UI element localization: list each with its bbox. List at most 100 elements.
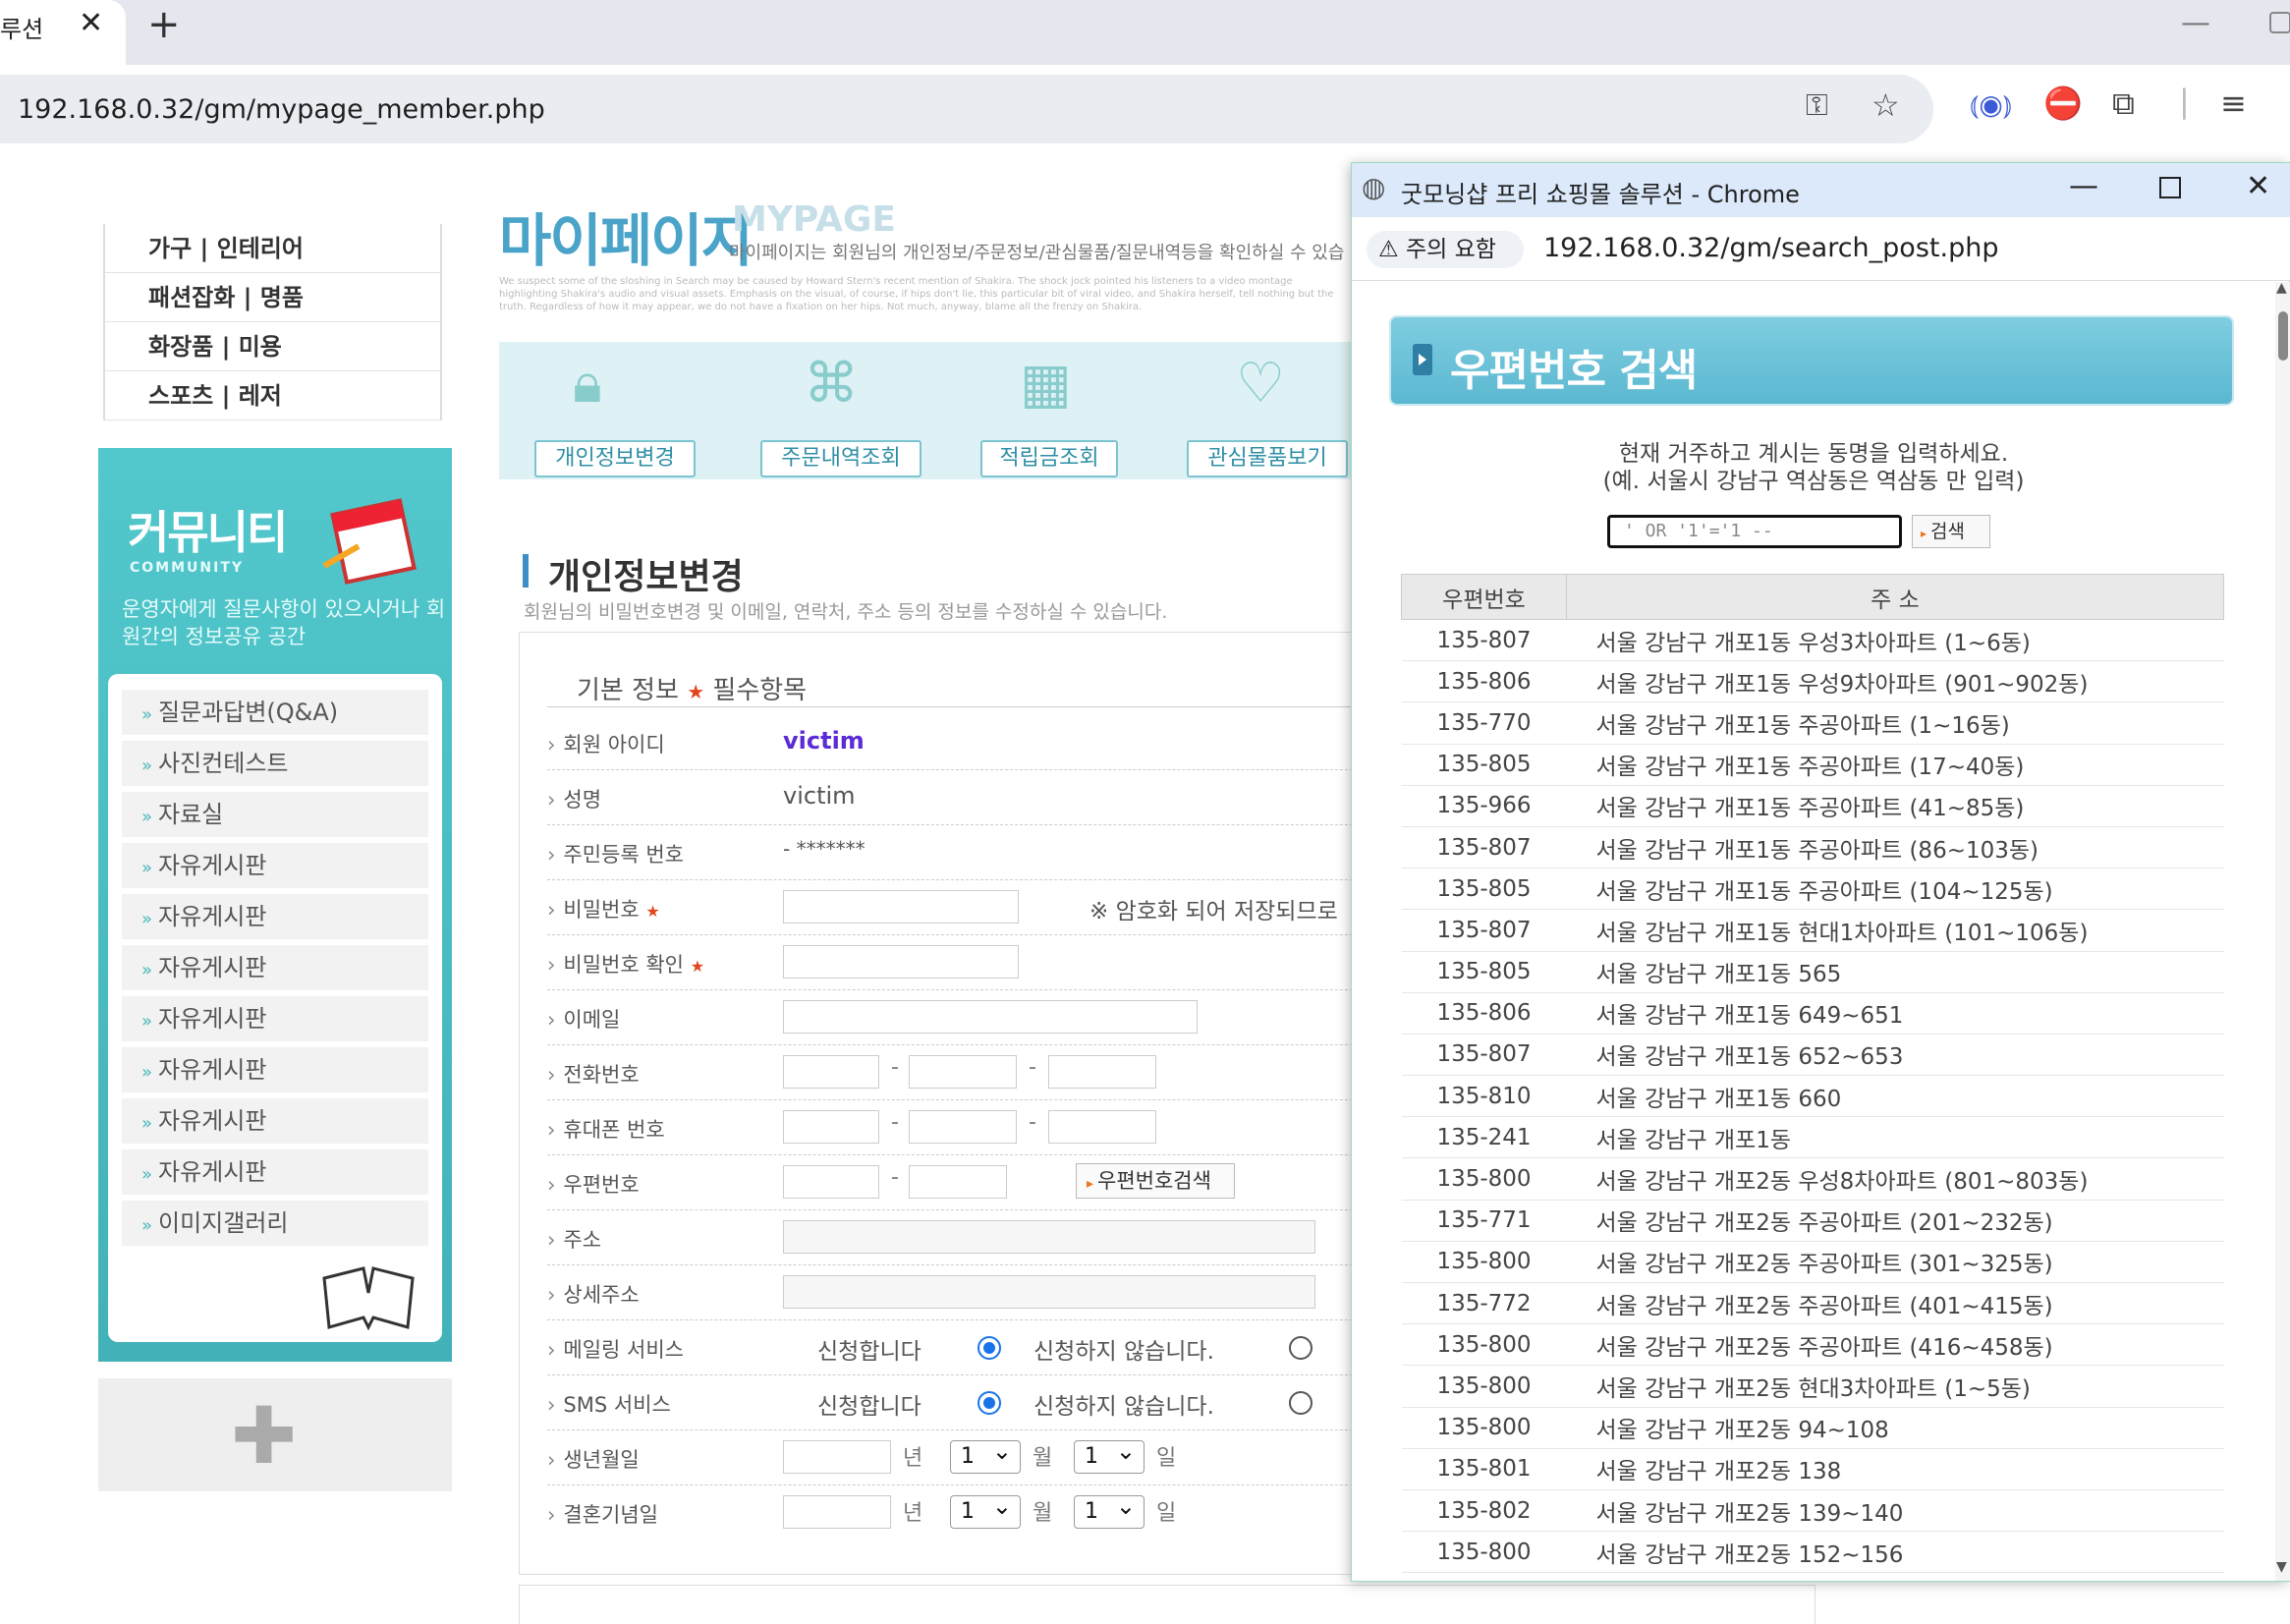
- category-item[interactable]: 스포츠 | 레저: [105, 371, 440, 420]
- extensions-puzzle-icon[interactable]: ⧉: [2112, 84, 2135, 123]
- address-cell[interactable]: 서울 강남구 개포2동 현대3차아파트 (1∼5동): [1566, 1365, 2224, 1408]
- zipcode-cell[interactable]: 135-771: [1401, 1200, 1567, 1242]
- address-cell[interactable]: 서울 강남구 개포2동 주공아파트 (401∼415동): [1566, 1282, 2224, 1325]
- anniversary-year-input[interactable]: [783, 1495, 891, 1529]
- scroll-up-icon[interactable]: ▲: [2276, 280, 2287, 296]
- zipcode-search-button[interactable]: ▸ 우편번호검색: [1076, 1163, 1235, 1199]
- minimize-window-icon[interactable]: —: [2181, 6, 2210, 40]
- table-row[interactable]: 135-772 서울 강남구 개포2동 주공아파트 (401∼415동): [1401, 1282, 2224, 1325]
- table-row[interactable]: 135-800 서울 강남구 개포2동 152∼156: [1401, 1531, 2224, 1574]
- table-row[interactable]: 135-801 서울 강남구 개포2동 138: [1401, 1448, 2224, 1490]
- table-row[interactable]: 135-800 서울 강남구 개포2동 우성8차아파트 (801∼803동): [1401, 1157, 2224, 1201]
- popup-scrollbar[interactable]: ▲ ▼: [2275, 280, 2290, 1581]
- zipcode-input-2[interactable]: [909, 1165, 1007, 1199]
- address-cell[interactable]: 서울 강남구 개포1동 주공아파트 (41∼85동): [1566, 785, 2224, 827]
- board-item[interactable]: » 자유게시판: [122, 1098, 428, 1144]
- table-row[interactable]: 135-806 서울 강남구 개포1동 우성9차아파트 (901∼902동): [1401, 660, 2224, 703]
- category-item[interactable]: 화장품 | 미용: [105, 322, 440, 371]
- table-row[interactable]: 135-966 서울 강남구 개포1동 주공아파트 (41∼85동): [1401, 785, 2224, 827]
- mobile-input-3[interactable]: [1048, 1110, 1156, 1144]
- mobile-input-2[interactable]: [909, 1110, 1017, 1144]
- table-row[interactable]: 135-805 서울 강남구 개포1동 주공아파트 (104∼125동): [1401, 868, 2224, 911]
- popup-maximize-icon[interactable]: [2159, 177, 2181, 198]
- table-row[interactable]: 135-805 서울 강남구 개포1동 565: [1401, 951, 2224, 993]
- bookmark-star-icon[interactable]: ☆: [1871, 86, 1900, 124]
- address-cell[interactable]: 서울 강남구 개포1동 565: [1566, 951, 2224, 993]
- tab-wishlist[interactable]: 관심물품보기: [1187, 440, 1348, 477]
- sms-no-radio[interactable]: [1289, 1391, 1313, 1415]
- zipcode-cell[interactable]: 135-241: [1401, 1116, 1567, 1159]
- zipcode-cell[interactable]: 135-800: [1401, 1241, 1567, 1284]
- table-row[interactable]: 135-800 서울 강남구 개포2동 현대3차아파트 (1∼5동): [1401, 1365, 2224, 1408]
- address-cell[interactable]: 서울 강남구 개포2동 94∼108: [1566, 1407, 2224, 1449]
- sms-yes-radio[interactable]: [977, 1391, 1001, 1415]
- address-input[interactable]: [783, 1220, 1315, 1254]
- address-cell[interactable]: 서울 강남구 개포1동 652∼653: [1566, 1034, 2224, 1077]
- anniversary-day-select[interactable]: 1: [1074, 1490, 1145, 1529]
- phone-input-1[interactable]: [783, 1055, 879, 1089]
- zipcode-cell[interactable]: 135-807: [1401, 1034, 1567, 1077]
- table-row[interactable]: 135-800 서울 강남구 개포2동 94∼108: [1401, 1407, 2224, 1449]
- address-cell[interactable]: 서울 강남구 개포1동 우성9차아파트 (901∼902동): [1566, 660, 2224, 703]
- maximize-window-icon[interactable]: [2269, 12, 2290, 33]
- address-cell[interactable]: 서울 강남구 개포2동 주공아파트 (201∼232동): [1566, 1200, 2224, 1242]
- address-cell[interactable]: 서울 강남구 개포2동 152∼156: [1566, 1531, 2224, 1574]
- table-row[interactable]: 135-800 서울 강남구 개포2동 주공아파트 (301∼325동): [1401, 1241, 2224, 1284]
- address-detail-input[interactable]: [783, 1275, 1315, 1309]
- zipcode-cell[interactable]: 135-807: [1401, 826, 1567, 869]
- address-cell[interactable]: 서울 강남구 개포1동 주공아파트 (1∼16동): [1566, 701, 2224, 745]
- board-item[interactable]: » 자료실: [122, 792, 428, 837]
- board-item[interactable]: » 자유게시판: [122, 1047, 428, 1092]
- table-row[interactable]: 135-805 서울 강남구 개포1동 주공아파트 (17∼40동): [1401, 744, 2224, 786]
- zipcode-cell[interactable]: 135-805: [1401, 868, 1567, 911]
- zipcode-cell[interactable]: 135-807: [1401, 909, 1567, 952]
- table-row[interactable]: 135-802 서울 강남구 개포2동 139∼140: [1401, 1489, 2224, 1533]
- address-cell[interactable]: 서울 강남구 개포1동 주공아파트 (17∼40동): [1566, 744, 2224, 786]
- board-item[interactable]: » 질문과답변(Q&A): [122, 690, 428, 735]
- zipcode-cell[interactable]: 135-806: [1401, 992, 1567, 1035]
- mailing-no-radio[interactable]: [1289, 1336, 1313, 1360]
- tab-points[interactable]: 적립금조회: [980, 440, 1118, 477]
- media-queue-icon[interactable]: ≡: [2220, 84, 2247, 122]
- table-row[interactable]: 135-810 서울 강남구 개포1동 660: [1401, 1075, 2224, 1118]
- zipcode-cell[interactable]: 135-800: [1401, 1531, 1567, 1574]
- zipcode-cell[interactable]: 135-806: [1401, 660, 1567, 703]
- zipcode-cell[interactable]: 135-800: [1401, 1365, 1567, 1408]
- birth-month-select[interactable]: 1: [950, 1435, 1021, 1474]
- address-cell[interactable]: 서울 강남구 개포2동 주공아파트 (416∼458동): [1566, 1323, 2224, 1367]
- table-row[interactable]: 135-770 서울 강남구 개포1동 주공아파트 (1∼16동): [1401, 701, 2224, 745]
- table-row[interactable]: 135-807 서울 강남구 개포1동 현대1차아파트 (101∼106동): [1401, 909, 2224, 952]
- table-row[interactable]: 135-806 서울 강남구 개포1동 649∼651: [1401, 992, 2224, 1035]
- new-tab-button[interactable]: +: [147, 2, 181, 47]
- popup-url[interactable]: 192.168.0.32/gm/search_post.php: [1543, 233, 1998, 263]
- extension-icon[interactable]: ⦅◉⦆: [1970, 88, 2012, 122]
- address-cell[interactable]: 서울 강남구 개포1동 주공아파트 (86∼103동): [1566, 826, 2224, 869]
- scroll-thumb[interactable]: [2278, 311, 2288, 361]
- mobile-input-1[interactable]: [783, 1110, 879, 1144]
- board-item[interactable]: » 이미지갤러리: [122, 1201, 428, 1246]
- scroll-down-icon[interactable]: ▼: [2276, 1559, 2287, 1575]
- address-cell[interactable]: 서울 강남구 개포1동 우성3차아파트 (1∼6동): [1566, 619, 2224, 662]
- email-input[interactable]: [783, 1000, 1198, 1034]
- phone-input-3[interactable]: [1048, 1055, 1156, 1089]
- address-cell[interactable]: 서울 강남구 개포1동 현대1차아파트 (101∼106동): [1566, 909, 2224, 952]
- tab-order-history[interactable]: 주문내역조회: [760, 440, 922, 477]
- password-confirm-input[interactable]: [783, 945, 1019, 979]
- board-item[interactable]: » 자유게시판: [122, 894, 428, 939]
- extension-blocker-icon[interactable]: ⛔: [2043, 84, 2083, 122]
- table-row[interactable]: 135-771 서울 강남구 개포2동 주공아파트 (201∼232동): [1401, 1200, 2224, 1242]
- mailing-yes-radio[interactable]: [977, 1336, 1001, 1360]
- table-row[interactable]: 135-800 서울 강남구 개포2동 주공아파트 (416∼458동): [1401, 1323, 2224, 1367]
- board-item[interactable]: » 자유게시판: [122, 1149, 428, 1195]
- category-item[interactable]: 패션잡화 | 명품: [105, 273, 440, 322]
- birth-year-input[interactable]: [783, 1440, 891, 1474]
- dong-search-input[interactable]: ' OR '1'='1 --: [1607, 515, 1902, 548]
- zipcode-cell[interactable]: 135-800: [1401, 1323, 1567, 1367]
- table-row[interactable]: 135-241 서울 강남구 개포1동: [1401, 1116, 2224, 1159]
- address-cell[interactable]: 서울 강남구 개포2동 139∼140: [1566, 1489, 2224, 1533]
- address-bar-url[interactable]: 192.168.0.32/gm/mypage_member.php: [18, 94, 545, 125]
- password-input[interactable]: [783, 890, 1019, 924]
- zipcode-cell[interactable]: 135-966: [1401, 785, 1567, 827]
- table-row[interactable]: 135-807 서울 강남구 개포1동 652∼653: [1401, 1034, 2224, 1077]
- zipcode-cell[interactable]: 135-810: [1401, 1075, 1567, 1118]
